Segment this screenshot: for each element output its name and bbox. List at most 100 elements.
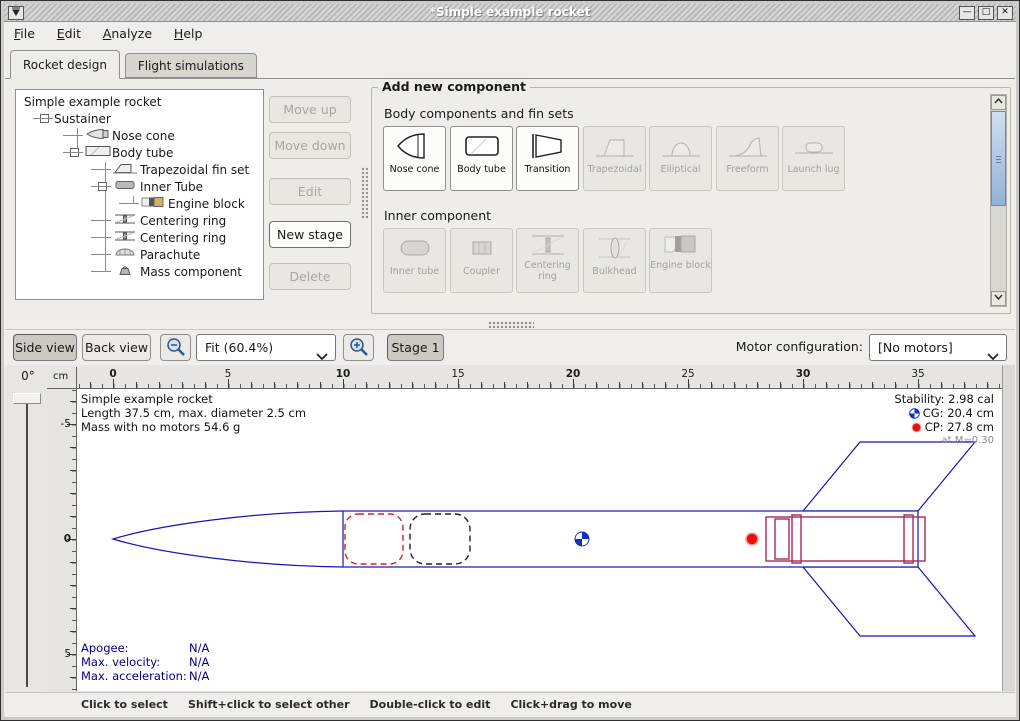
cp-marker <box>746 533 758 545</box>
tree-item-fin-set[interactable]: Trapezoidal fin set <box>16 161 263 178</box>
menu-file[interactable]: File <box>5 22 44 41</box>
tree-item-mass-component[interactable]: Mass component <box>16 263 263 280</box>
design-panel: Simple example rocket Sustainer Nose con… <box>5 80 1015 319</box>
add-coupler-button[interactable]: Coupler <box>450 228 513 293</box>
tree-item-centering-ring-2[interactable]: Centering ring <box>16 229 263 246</box>
tree-item-inner-tube[interactable]: Inner Tube <box>16 178 263 195</box>
window-title: *Simple example rocket <box>4 5 1016 19</box>
delete-button[interactable]: Delete <box>269 263 351 290</box>
rocket-view-area: 0° cm 0 5 10 15 20 25 30 35 -5 0 5 <box>5 365 1015 693</box>
nose-cone-icon <box>84 128 112 143</box>
scrollbar-thumb[interactable] <box>991 111 1006 206</box>
minimize-button[interactable]: — <box>959 6 975 20</box>
tree-item-body-tube[interactable]: Body tube <box>16 144 263 161</box>
inner-tube-icon <box>112 179 140 194</box>
zoom-out-icon <box>164 337 188 357</box>
rotation-slider-handle[interactable] <box>13 393 41 404</box>
maximize-button[interactable]: □ <box>978 6 994 20</box>
close-button[interactable]: ✕ <box>997 6 1013 20</box>
menu-analyze[interactable]: Analyze <box>94 22 161 41</box>
add-inner-tube-button[interactable]: Inner tube <box>383 228 446 293</box>
add-bulkhead-button[interactable]: Bulkhead <box>583 228 646 293</box>
fin-icon <box>112 162 140 177</box>
collapse-icon[interactable] <box>70 148 79 157</box>
tree-item-centering-ring-1[interactable]: Centering ring <box>16 212 263 229</box>
mach-note: at M=0.30 <box>894 434 994 448</box>
inner-tube-icon <box>393 232 437 264</box>
add-nose-cone-button[interactable]: Nose cone <box>383 126 446 191</box>
tree-item-rocket[interactable]: Simple example rocket <box>16 93 263 110</box>
edit-button[interactable]: Edit <box>269 178 351 205</box>
freeform-fin-icon <box>726 130 770 162</box>
cg-icon <box>909 408 920 419</box>
add-component-group: Add new component Body components and fi… <box>371 87 1011 314</box>
collapse-icon[interactable] <box>98 182 107 191</box>
rotation-slider[interactable] <box>26 397 28 687</box>
horizontal-ruler: 0 5 10 15 20 25 30 35 <box>77 367 1002 389</box>
horizontal-splitter[interactable] <box>5 319 1015 329</box>
view-toolbar: Side view Back view Fit (60.4%) Stage 1 … <box>5 329 1015 365</box>
rocket-drawing <box>77 389 1002 691</box>
add-elliptical-fin-button[interactable]: Elliptical <box>649 126 712 191</box>
flight-stats: Apogee:N/A Max. velocity:N/A Max. accele… <box>81 641 209 683</box>
scroll-down-icon[interactable] <box>991 291 1006 306</box>
component-tree[interactable]: Simple example rocket Sustainer Nose con… <box>15 89 264 300</box>
move-down-button[interactable]: Move down <box>269 132 351 159</box>
tab-flight-simulations[interactable]: Flight simulations <box>125 53 257 78</box>
tree-item-parachute[interactable]: Parachute <box>16 246 263 263</box>
vertical-ruler: -5 0 5 <box>47 389 77 691</box>
section-inner-components: Inner component <box>384 208 491 223</box>
add-centering-ring-button[interactable]: Centering ring <box>516 228 579 293</box>
zoom-in-button[interactable] <box>343 334 374 361</box>
launch-lug-icon <box>792 130 836 162</box>
scroll-up-icon[interactable] <box>991 95 1006 110</box>
section-body-components: Body components and fin sets <box>384 106 574 121</box>
stage-1-toggle[interactable]: Stage 1 <box>387 334 444 361</box>
add-body-tube-button[interactable]: Body tube <box>450 126 513 191</box>
collapse-icon[interactable] <box>40 114 49 123</box>
side-view-button[interactable]: Side view <box>13 334 77 361</box>
add-trapezoidal-fin-button[interactable]: Trapezoidal <box>583 126 646 191</box>
trapezoidal-fin-icon <box>593 130 637 162</box>
engine-block-icon <box>659 232 703 258</box>
ruler-unit-label: cm <box>47 367 77 389</box>
zoom-in-icon <box>347 337 371 357</box>
coupler-icon <box>460 232 504 264</box>
group-title: Add new component <box>378 79 530 94</box>
cg-marker <box>575 532 589 546</box>
zoom-level-select[interactable]: Fit (60.4%) <box>196 334 336 361</box>
engine-block-icon <box>140 196 168 211</box>
tab-rocket-design[interactable]: Rocket design <box>10 50 120 79</box>
nose-cone-icon <box>393 130 437 162</box>
rocket-canvas[interactable]: Simple example rocket Length 37.5 cm, ma… <box>77 389 1002 691</box>
motor-configuration-select[interactable]: [No motors] <box>869 334 1007 361</box>
menu-help[interactable]: Help <box>165 22 212 41</box>
add-freeform-fin-button[interactable]: Freeform <box>716 126 779 191</box>
rocket-info: Simple example rocket Length 37.5 cm, ma… <box>81 392 306 434</box>
cp-icon <box>911 422 922 433</box>
zoom-out-button[interactable] <box>160 334 191 361</box>
mass-component-icon <box>112 264 140 279</box>
rotation-angle-label: 0° <box>11 369 45 389</box>
body-tube-icon <box>84 145 112 160</box>
component-panel-scrollbar[interactable] <box>990 94 1007 307</box>
add-engine-block-button[interactable]: Engine block <box>649 228 712 293</box>
tab-bar: Rocket design Flight simulations <box>5 47 1015 79</box>
stability-info: Stability: 2.98 cal CG: 20.4 cm CP: 27.8… <box>894 392 994 448</box>
tree-item-engine-block[interactable]: Engine block <box>16 195 263 212</box>
move-up-button[interactable]: Move up <box>269 96 351 123</box>
new-stage-button[interactable]: New stage <box>269 221 351 248</box>
tree-item-nose-cone[interactable]: Nose cone <box>16 127 263 144</box>
add-launch-lug-button[interactable]: Launch lug <box>782 126 845 191</box>
transition-icon <box>526 130 570 162</box>
back-view-button[interactable]: Back view <box>82 334 151 361</box>
tree-item-sustainer[interactable]: Sustainer <box>16 110 263 127</box>
title-bar[interactable]: *Simple example rocket — □ ✕ <box>4 4 1016 22</box>
view-scrollbar[interactable] <box>1002 365 1015 691</box>
menu-edit[interactable]: Edit <box>48 22 90 41</box>
hint-bar: Click to selectShift+click to select oth… <box>5 692 1015 716</box>
app-window: *Simple example rocket — □ ✕ File Edit A… <box>0 0 1020 721</box>
menu-bar: File Edit Analyze Help <box>5 22 1015 46</box>
add-transition-button[interactable]: Transition <box>516 126 579 191</box>
vertical-splitter[interactable] <box>359 89 369 300</box>
